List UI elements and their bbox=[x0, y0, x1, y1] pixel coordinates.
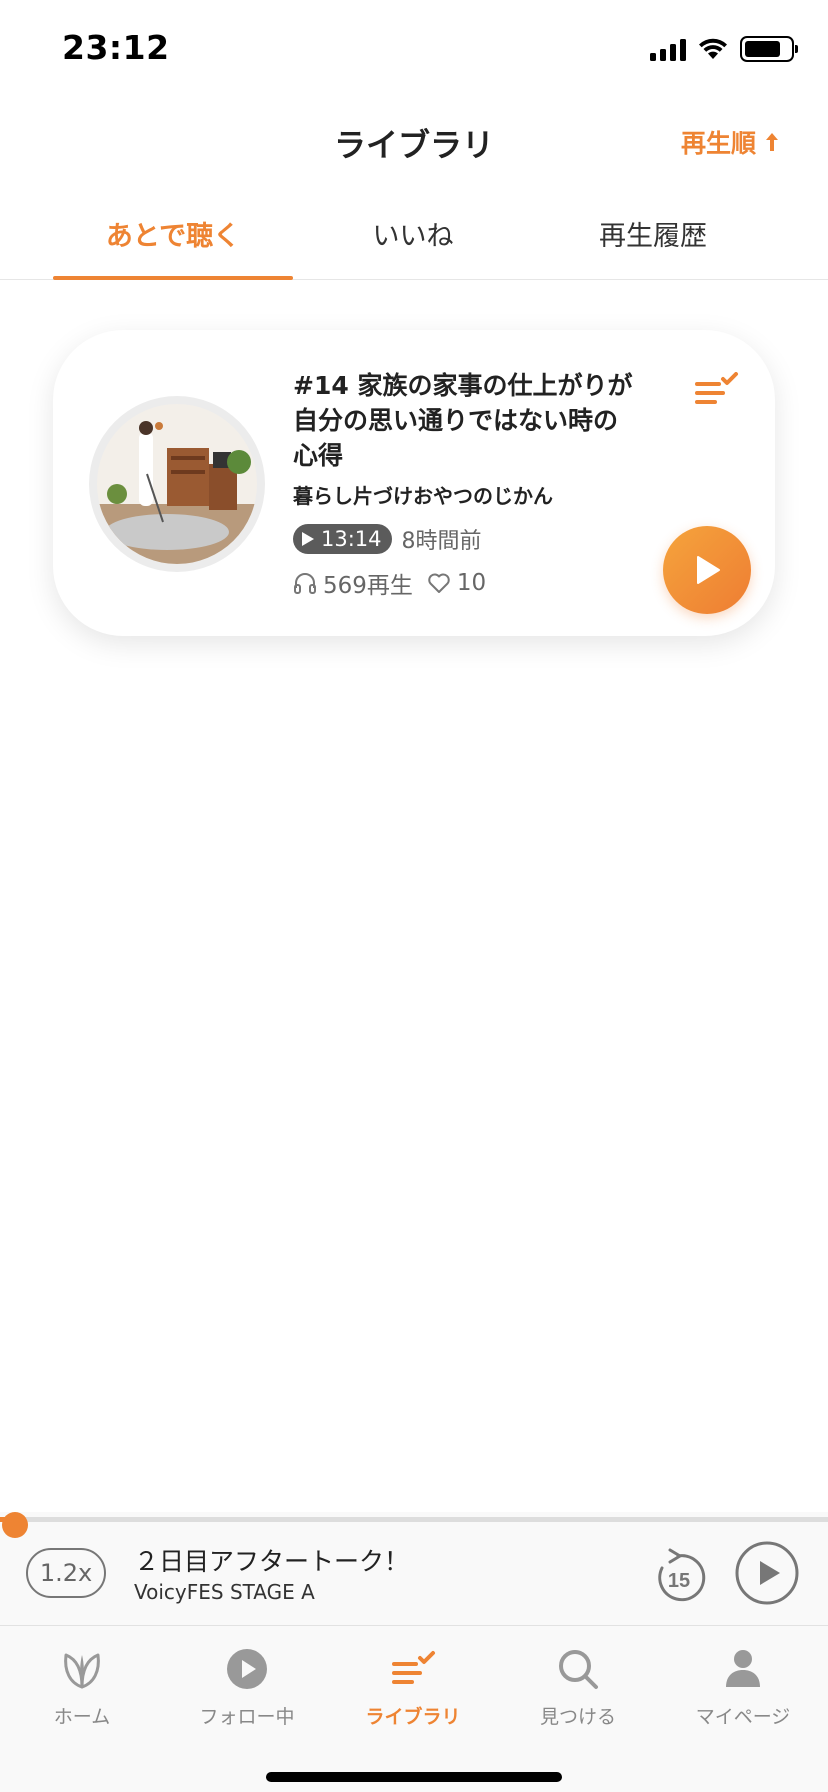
tabbar-library-label: ライブラリ bbox=[365, 1706, 461, 1728]
headphones-icon bbox=[294, 573, 316, 594]
playback-progress-bar[interactable] bbox=[0, 1512, 828, 1538]
wifi-icon bbox=[699, 38, 727, 59]
play-circle-icon bbox=[227, 1649, 267, 1689]
sort-order-button[interactable]: 再生順 bbox=[681, 124, 780, 160]
listen-later-toggle[interactable] bbox=[693, 372, 739, 412]
tab-likes[interactable]: いいね bbox=[293, 196, 533, 279]
like-count: 10 bbox=[456, 570, 487, 596]
tab-history[interactable]: 再生履歴 bbox=[533, 196, 773, 279]
tabbar-mypage[interactable]: マイページ bbox=[673, 1644, 813, 1729]
duration-badge: 13:14 bbox=[293, 524, 392, 554]
battery-icon bbox=[740, 36, 798, 62]
playback-scrubber[interactable] bbox=[2, 1512, 28, 1538]
tabbar-home[interactable]: ホーム bbox=[12, 1644, 152, 1729]
status-bar: 23:12 bbox=[0, 0, 828, 100]
episode-meta: 13:14 8時間前 bbox=[293, 523, 482, 555]
play-circle-icon bbox=[735, 1541, 799, 1605]
skip-back-button[interactable]: 15 bbox=[648, 1548, 708, 1608]
home-indicator[interactable] bbox=[266, 1772, 562, 1782]
bottom-tab-bar: ホーム フォロー中 ライブラリ 見つける マイページ bbox=[0, 1626, 828, 1792]
heart-icon bbox=[428, 573, 450, 593]
play-count: 569再生 bbox=[323, 573, 413, 599]
status-time: 23:12 bbox=[62, 28, 170, 67]
episode-title[interactable]: #14 家族の家事の仕上がりが自分の思い通りではない時の心得 bbox=[293, 368, 633, 473]
now-playing-channel[interactable]: VoicyFES STAGE A bbox=[134, 1580, 315, 1604]
arrow-up-icon bbox=[766, 133, 778, 151]
play-triangle-icon bbox=[302, 532, 314, 546]
rewind-icon: 15 bbox=[658, 1548, 706, 1602]
mini-player-play-button[interactable] bbox=[734, 1540, 800, 1606]
skip-seconds: 15 bbox=[668, 1570, 690, 1592]
search-icon bbox=[559, 1650, 598, 1689]
tab-listen-later[interactable]: あとで聴く bbox=[53, 196, 293, 280]
playback-speed-button[interactable]: 1.2x bbox=[26, 1548, 106, 1598]
episode-card[interactable]: #14 家族の家事の仕上がりが自分の思い通りではない時の心得 暮らし片づけおやつ… bbox=[53, 330, 775, 636]
mini-player[interactable]: 1.2x ２日目アフタートーク！ VoicyFES STAGE A 15 bbox=[0, 1512, 828, 1626]
person-icon bbox=[726, 1650, 760, 1687]
episode-play-button[interactable] bbox=[663, 526, 751, 614]
episode-stats: 569再生 10 bbox=[293, 566, 486, 600]
episode-thumbnail bbox=[89, 396, 265, 572]
posted-time: 8時間前 bbox=[401, 529, 482, 554]
now-playing-title[interactable]: ２日目アフタートーク！ bbox=[134, 1542, 409, 1578]
sort-label: 再生順 bbox=[680, 129, 756, 158]
header: ライブラリ 再生順 bbox=[0, 100, 828, 180]
tabbar-home-label: ホーム bbox=[53, 1706, 111, 1728]
playlist-check-icon bbox=[392, 1651, 435, 1684]
tabbar-mypage-label: マイページ bbox=[695, 1706, 791, 1728]
episode-channel[interactable]: 暮らし片づけおやつのじかん bbox=[293, 480, 553, 509]
tabbar-following[interactable]: フォロー中 bbox=[177, 1644, 317, 1729]
playlist-check-icon bbox=[695, 372, 738, 404]
tabbar-discover-label: 見つける bbox=[539, 1706, 616, 1728]
tabbar-library[interactable]: ライブラリ bbox=[343, 1644, 483, 1729]
status-icons bbox=[650, 36, 798, 62]
tabbar-discover[interactable]: 見つける bbox=[508, 1644, 648, 1729]
play-icon bbox=[697, 556, 720, 584]
duration-text: 13:14 bbox=[321, 527, 382, 551]
tabbar-following-label: フォロー中 bbox=[199, 1706, 295, 1728]
cellular-signal-icon bbox=[650, 37, 686, 61]
library-tabs: あとで聴く いいね 再生履歴 bbox=[0, 196, 828, 280]
leaf-icon bbox=[64, 1653, 100, 1689]
